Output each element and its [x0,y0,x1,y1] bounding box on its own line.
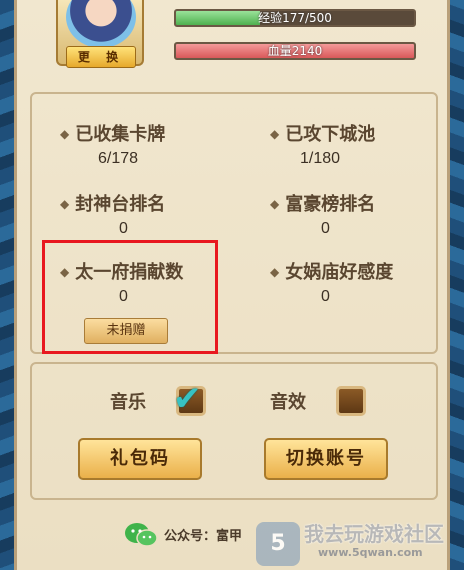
nvwa-favor-label: ◆ 女娲庙好感度 [270,262,394,283]
hp-label: 血量2140 [267,44,323,58]
diamond-bullet-icon: ◆ [60,127,70,141]
wechat-icon [125,523,158,547]
hp-bar: 血量2140 [174,42,416,60]
rich-rank-value: 0 [321,220,330,237]
cities-captured-value: 1/180 [300,150,341,167]
change-avatar-button[interactable]: 更 换 [66,46,136,68]
nvwa-favor-value: 0 [321,288,330,305]
sound-label: 音效 [270,392,306,413]
fengshen-rank-label: ◆ 封神台排名 [60,194,166,215]
cities-captured-label: ◆ 已攻下城池 [270,124,376,145]
music-checkbox[interactable]: ✔ [173,379,206,419]
rich-rank-label: ◆ 富豪榜排名 [270,194,376,215]
avatar-portrait [66,0,136,48]
diamond-bullet-icon: ◆ [270,127,280,141]
exp-label: 经验177/500 [258,11,332,25]
exp-bar: 经验177/500 [174,9,416,27]
fengshen-rank-value: 0 [119,220,128,237]
diamond-bullet-icon: ◆ [270,197,280,211]
switch-account-button[interactable]: 切换账号 [264,438,388,480]
cards-collected-label: ◆ 已收集卡牌 [60,124,166,145]
highlight-box [42,240,218,354]
cards-collected-value: 6/178 [98,150,139,167]
diamond-bullet-icon: ◆ [60,197,70,211]
official-account-text: 公众号：富甲 [164,529,243,544]
diamond-bullet-icon: ◆ [270,265,280,279]
watermark-logo-icon: 5 [256,522,300,566]
sound-checkbox[interactable] [336,386,366,416]
gift-code-button[interactable]: 礼包码 [78,438,202,480]
music-label: 音乐 [110,392,146,413]
check-icon: ✔ [173,379,202,419]
watermark-title: 我去玩游戏社区 [304,522,444,546]
watermark-url: www.5qwan.com [318,546,423,559]
